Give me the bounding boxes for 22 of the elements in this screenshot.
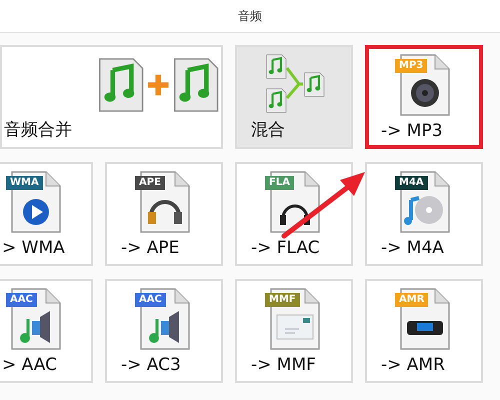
convert-tile[interactable]: MP3 -> MP3 [365, 45, 483, 149]
format-tag: WMA [6, 176, 43, 190]
convert-tile[interactable]: MMF -> MMF [235, 279, 353, 383]
convert-tile[interactable]: AAC > AAC [0, 279, 93, 383]
format-tag: MP3 [395, 59, 428, 73]
format-tag: FLA [265, 176, 294, 190]
convert-tile[interactable]: FLA -> FLAC [235, 162, 353, 266]
convert-tile[interactable]: AMR -> AMR [365, 279, 483, 383]
convert-tile[interactable]: AAC -> AC3 [105, 279, 223, 383]
format-tag: AAC [6, 293, 37, 307]
convert-tile[interactable]: 混合 [235, 45, 353, 149]
format-tag: APE [135, 176, 165, 190]
format-tag: M4A [395, 176, 428, 190]
format-tag: MMF [265, 293, 300, 307]
plus-icon [148, 74, 169, 96]
convert-tile[interactable]: WMA > WMA [0, 162, 93, 266]
format-tag: AMR [395, 293, 428, 307]
convert-tile[interactable]: M4A -> M4A [365, 162, 483, 266]
format-tag: AAC [135, 293, 166, 307]
convert-tile[interactable]: 音频合并 [0, 45, 223, 149]
convert-tile[interactable]: APE -> APE [105, 162, 223, 266]
panel-title: 音频 [238, 8, 262, 24]
